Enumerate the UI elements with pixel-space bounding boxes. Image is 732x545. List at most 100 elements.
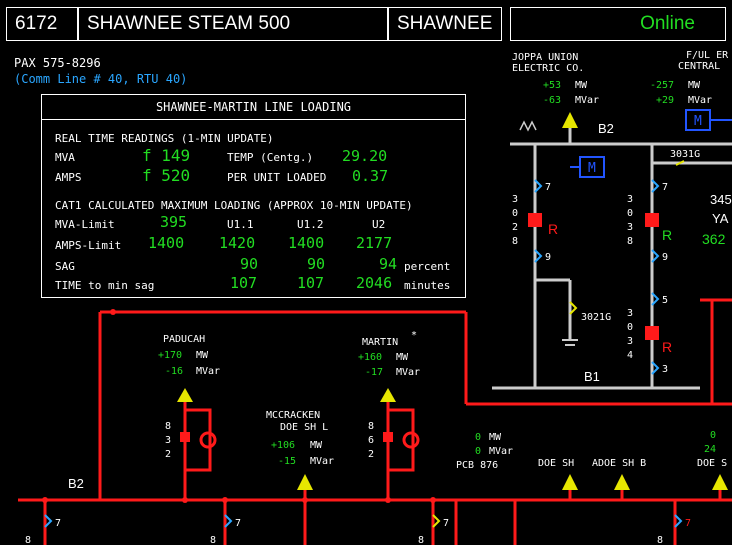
- pos-left-1: 0: [512, 208, 518, 219]
- time-label: TIME to min sag: [55, 279, 155, 292]
- martin-name: MARTIN: [362, 337, 398, 348]
- pad-digit-2: 2: [165, 449, 171, 460]
- pax-line: PAX 575-8296: [14, 56, 101, 70]
- mva-value: f 149: [142, 146, 191, 165]
- pos-mid2-3: 4: [627, 350, 633, 361]
- switch-3031g: [675, 160, 685, 166]
- calc-heading: CAT1 CALCULATED MAXIMUM LOADING (APPROX …: [55, 199, 413, 212]
- right-mw: 0: [710, 430, 716, 441]
- doe-sh-label: DOE SH: [538, 458, 574, 469]
- mccracken-mw: +106: [271, 440, 295, 451]
- mccracken-name1: MCCRACKEN: [266, 410, 320, 421]
- pad-digit-1: 3: [165, 435, 171, 446]
- fulfer-name1: F/UL ER: [686, 50, 729, 61]
- pcb876-mw: 0: [475, 432, 481, 443]
- station-name-box: SHAWNEE STEAM 500: [78, 7, 388, 41]
- mccracken-name2: DOE SH L: [280, 422, 328, 433]
- martin-tri: [380, 388, 396, 402]
- bottom-digit-1: 8: [25, 535, 31, 545]
- label-345: 345: [710, 192, 732, 207]
- paducah-mvar: -16: [165, 366, 183, 377]
- status-box: Online: [510, 7, 726, 41]
- mccracken-mvar-unit: MVar: [310, 456, 334, 467]
- bus-b1-label: B1: [584, 369, 600, 384]
- switch-bottom-4: [674, 514, 683, 528]
- switch-7-left: [534, 179, 543, 193]
- doe-s-label: DOE S: [697, 458, 727, 469]
- paducah-name: PADUCAH: [163, 334, 205, 345]
- m-label-1: M: [588, 161, 596, 176]
- sag-unit: percent: [404, 260, 451, 273]
- r-mid2: R: [662, 339, 672, 355]
- breaker-martin: [383, 432, 393, 442]
- right-mvar: 24: [704, 444, 716, 455]
- pcb876-mvar: 0: [475, 446, 481, 457]
- sag-u12: 90: [307, 255, 326, 273]
- mva-label: MVA: [55, 151, 75, 164]
- bottom-sw-4: 7: [685, 518, 691, 529]
- sag-u2: 94: [379, 255, 398, 273]
- rt-heading: REAL TIME READINGS (1-MIN UPDATE): [55, 132, 274, 145]
- mar-digit-2: 2: [368, 449, 374, 460]
- amps-limit-cat: 1400: [148, 234, 185, 252]
- pos-left-0: 3: [512, 194, 518, 205]
- status-text: Online: [640, 13, 695, 34]
- pcb876-name: PCB 876: [456, 460, 498, 471]
- joppa-mvar: -63: [543, 95, 561, 106]
- bottom-digit-2: 8: [210, 535, 216, 545]
- doe-s-tri: [712, 474, 728, 490]
- time-u12: 107: [297, 274, 325, 292]
- lightning-arrester: [519, 120, 537, 132]
- joppa-name2: ELECTRIC CO.: [512, 63, 584, 74]
- fulfer-mvar: +29: [656, 95, 674, 106]
- bottom-sw-3: 7: [443, 518, 449, 529]
- station-id: 6172: [15, 13, 58, 34]
- martin-mw-unit: MW: [396, 352, 409, 363]
- amps-limit-u12: 1400: [288, 234, 325, 252]
- pu-value: 0.37: [352, 167, 389, 185]
- bottom-sw-2: 7: [235, 518, 241, 529]
- paducah-tri: [177, 388, 193, 402]
- amps-limit-u2: 2177: [356, 234, 393, 252]
- bus-b2-top-label: B2: [598, 121, 614, 136]
- joppa-mw-unit: MW: [575, 80, 588, 91]
- m-box-2: [685, 109, 711, 131]
- switch-bottom-2: [224, 514, 233, 528]
- switch-9-left: [534, 249, 543, 263]
- switch-3-mid: [651, 361, 660, 375]
- paducah-mw-unit: MW: [196, 350, 209, 361]
- m-label-2: M: [694, 114, 702, 129]
- label-ya: YA: [712, 211, 729, 226]
- pad-digit-0: 8: [165, 421, 171, 432]
- amps-value: f 520: [142, 166, 191, 185]
- comm-line: (Comm Line # 40, RTU 40): [14, 72, 188, 86]
- paducah-mvar-unit: MVar: [196, 366, 220, 377]
- adoe-sh-tri: [614, 474, 630, 490]
- pos-mid2-2: 3: [627, 336, 633, 347]
- area-name: SHAWNEE: [397, 13, 493, 34]
- panel-title: SHAWNEE-MARTIN LINE LOADING: [42, 95, 465, 120]
- col-u2: U2: [372, 218, 386, 231]
- r-left: R: [548, 221, 558, 237]
- sag-u11: 90: [240, 255, 259, 273]
- sw-label-7-left: 7: [545, 182, 551, 193]
- switch-7-mid: [651, 179, 660, 193]
- pos-mid-3: 8: [627, 236, 633, 247]
- fulfer-mvar-unit: MVar: [688, 95, 712, 106]
- breaker-left: [528, 213, 542, 227]
- mccracken-mvar: -15: [278, 456, 296, 467]
- sw-label-5-mid: 5: [662, 295, 668, 306]
- sw-label-9-mid: 9: [662, 252, 668, 263]
- area-box: SHAWNEE: [388, 7, 502, 41]
- breaker-paducah: [180, 432, 190, 442]
- mccracken-tri: [297, 474, 313, 490]
- station-name: SHAWNEE STEAM 500: [87, 13, 291, 34]
- pos-mid2-0: 3: [627, 308, 633, 319]
- mccracken-mw-unit: MW: [310, 440, 323, 451]
- m-box-1: [579, 156, 605, 178]
- breaker-3031g-label: 3031G: [670, 149, 700, 160]
- switch-3021g: [569, 301, 578, 315]
- sag-label: SAG: [55, 260, 75, 273]
- r-mid: R: [662, 227, 672, 243]
- time-unit: minutes: [404, 279, 451, 292]
